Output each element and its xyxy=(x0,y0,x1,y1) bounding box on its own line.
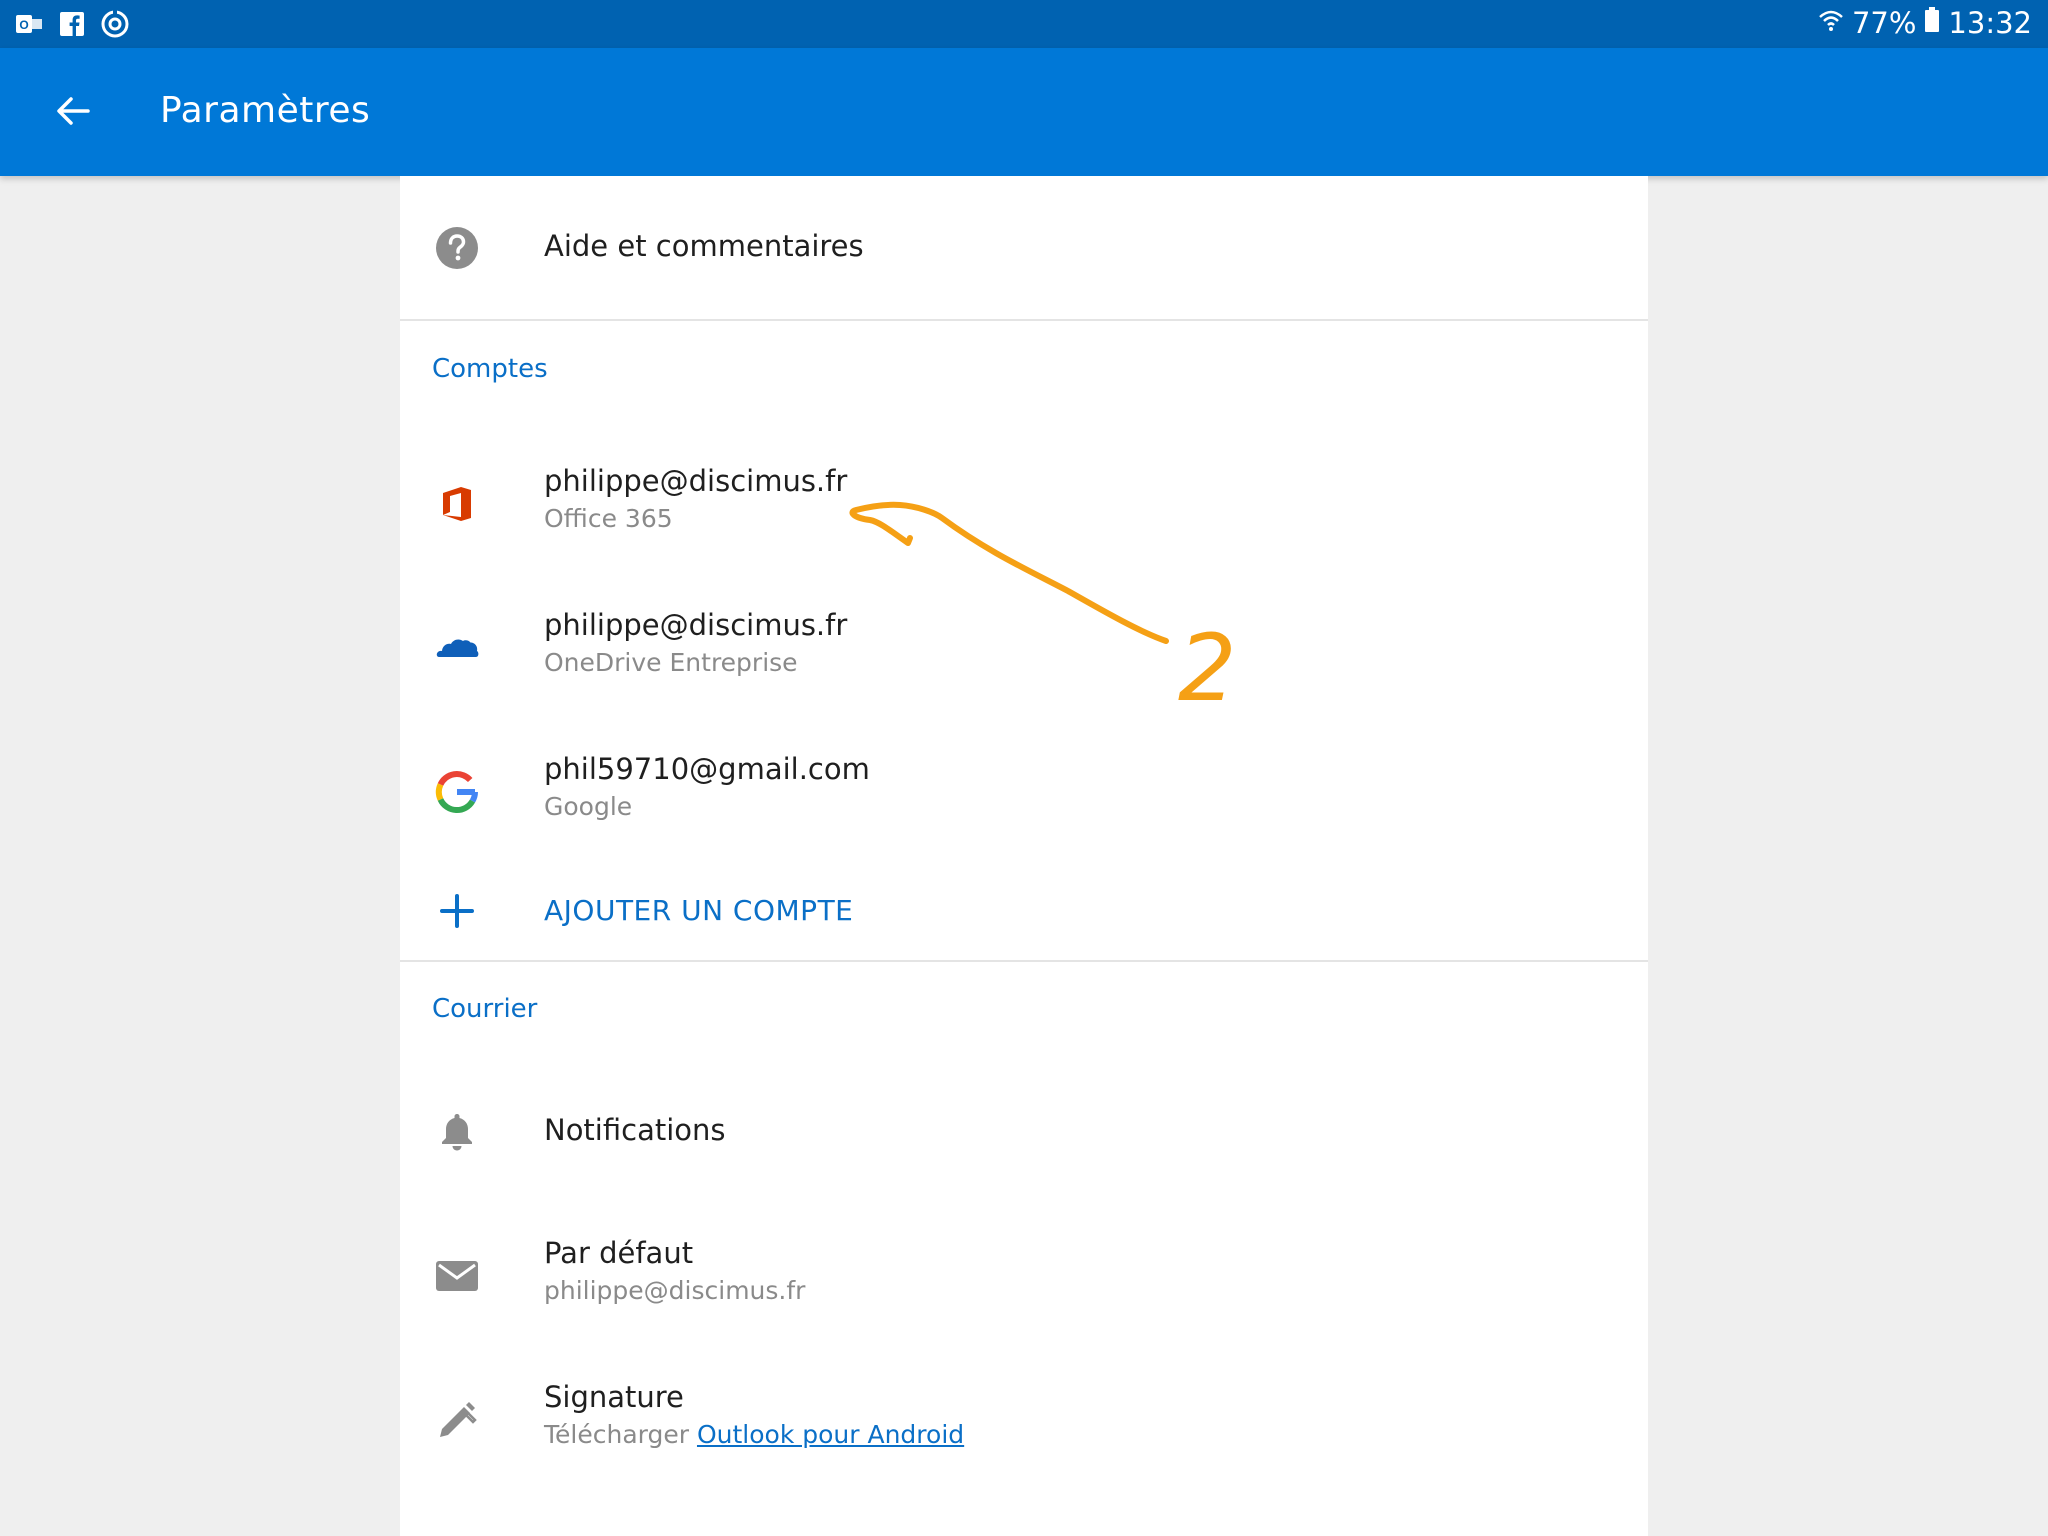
account-email: philippe@discimus.fr xyxy=(544,608,848,642)
facebook-icon xyxy=(58,10,86,42)
battery-icon xyxy=(1924,6,1940,40)
pen-icon xyxy=(434,1397,480,1443)
account-type: Office 365 xyxy=(544,504,673,533)
sync-icon xyxy=(100,9,130,43)
battery-percent: 77% xyxy=(1851,6,1917,40)
account-email: phil59710@gmail.com xyxy=(544,752,870,786)
clock: 13:32 xyxy=(1948,6,2032,40)
account-row-office365[interactable]: philippe@discimus.fr Office 365 xyxy=(400,432,1648,576)
account-row-onedrive[interactable]: philippe@discimus.fr OneDrive Entreprise xyxy=(400,576,1648,720)
back-button[interactable] xyxy=(50,88,96,134)
default-label: Par défaut xyxy=(544,1236,694,1270)
default-account-row[interactable]: Par défaut philippe@discimus.fr xyxy=(400,1204,1648,1348)
settings-panel: Aide et commentaires Comptes philippe@di… xyxy=(400,176,1648,1536)
help-feedback-label: Aide et commentaires xyxy=(544,229,864,263)
divider xyxy=(400,960,1648,962)
section-header-accounts: Comptes xyxy=(432,354,548,384)
default-account-value: philippe@discimus.fr xyxy=(544,1276,806,1305)
status-bar: O 77% 13:32 xyxy=(0,0,2048,48)
section-header-mail: Courrier xyxy=(432,994,538,1024)
signature-prefix: Télécharger xyxy=(544,1420,690,1449)
divider xyxy=(400,319,1648,321)
add-account-button[interactable]: AJOUTER UN COMPTE xyxy=(400,864,1648,960)
account-row-google[interactable]: phil59710@gmail.com Google xyxy=(400,720,1648,864)
signature-value: Télécharger Outlook pour Android xyxy=(544,1420,964,1449)
help-feedback-row[interactable]: Aide et commentaires xyxy=(400,176,1648,320)
plus-icon xyxy=(434,888,480,934)
app-bar: Paramètres xyxy=(0,48,2048,176)
account-email: philippe@discimus.fr xyxy=(544,464,848,498)
account-type: Google xyxy=(544,792,633,821)
arrow-left-icon xyxy=(57,97,90,125)
help-circle-icon xyxy=(434,225,480,271)
account-type: OneDrive Entreprise xyxy=(544,648,798,677)
wifi-icon xyxy=(1818,6,1844,40)
onedrive-icon xyxy=(434,625,480,671)
outlook-android-link[interactable]: Outlook pour Android xyxy=(697,1420,964,1449)
svg-text:O: O xyxy=(19,18,28,32)
notifications-label: Notifications xyxy=(544,1113,726,1147)
outlook-icon: O xyxy=(14,9,44,43)
envelope-icon xyxy=(434,1253,480,1299)
bell-icon xyxy=(434,1109,480,1155)
add-account-label: AJOUTER UN COMPTE xyxy=(544,894,854,927)
signature-row[interactable]: Signature Télécharger Outlook pour Andro… xyxy=(400,1348,1648,1492)
notifications-row[interactable]: Notifications xyxy=(400,1060,1648,1204)
page-title: Paramètres xyxy=(160,90,371,131)
office-icon xyxy=(434,481,480,527)
signature-label: Signature xyxy=(544,1380,684,1414)
google-icon xyxy=(434,769,480,815)
